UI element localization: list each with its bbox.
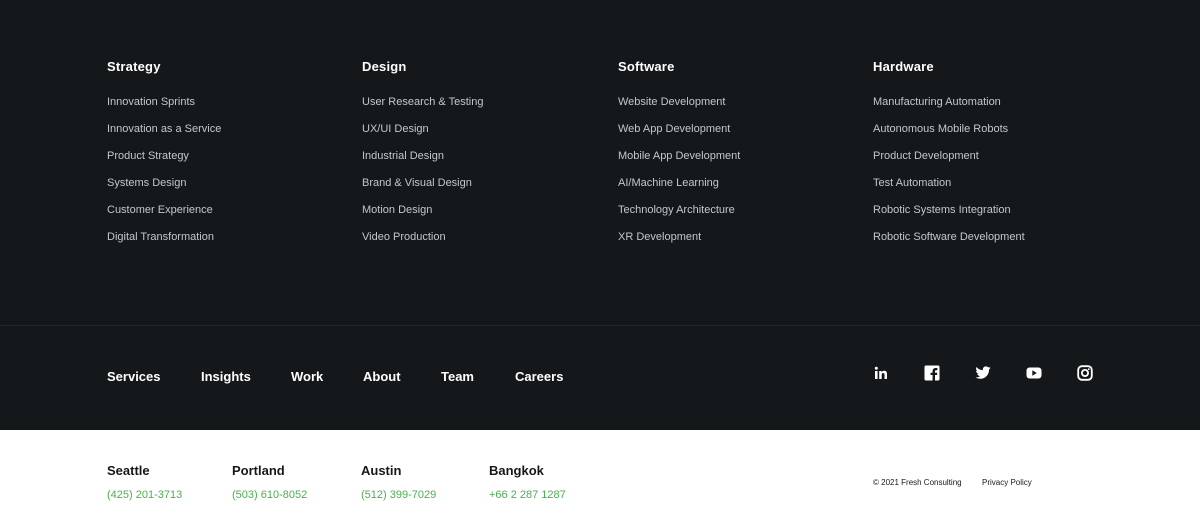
footer-link[interactable]: Manufacturing Automation: [873, 92, 1113, 119]
privacy-policy-link[interactable]: Privacy Policy: [982, 477, 1032, 489]
nav-link-careers[interactable]: Careers: [515, 368, 563, 386]
column-links: Innovation Sprints Innovation as a Servi…: [107, 92, 347, 254]
column-hardware: Hardware Manufacturing Automation Autono…: [873, 58, 1113, 254]
office-phone-link[interactable]: (425) 201-3713: [107, 488, 182, 502]
linkedin-icon[interactable]: [872, 364, 890, 382]
footer-link[interactable]: Product Strategy: [107, 146, 347, 173]
column-title: Software: [618, 59, 675, 74]
nav-link-work[interactable]: Work: [291, 368, 323, 386]
footer-divider: [0, 325, 1200, 326]
copyright-text: © 2021 Fresh Consulting: [873, 478, 962, 487]
office-city: Austin: [361, 463, 402, 478]
footer-link[interactable]: Web App Development: [618, 119, 858, 146]
office-city: Bangkok: [489, 463, 544, 478]
footer-link[interactable]: Innovation as a Service: [107, 119, 347, 146]
footer-link[interactable]: Brand & Visual Design: [362, 173, 602, 200]
office-seattle: Seattle (425) 201-3713: [107, 462, 182, 502]
nav-link-team[interactable]: Team: [441, 368, 474, 386]
column-links: Manufacturing Automation Autonomous Mobi…: [873, 92, 1113, 254]
footer-link[interactable]: Autonomous Mobile Robots: [873, 119, 1113, 146]
column-software: Software Website Development Web App Dev…: [618, 58, 858, 254]
footer-link[interactable]: User Research & Testing: [362, 92, 602, 119]
footer-link[interactable]: Mobile App Development: [618, 146, 858, 173]
column-design: Design User Research & Testing UX/UI Des…: [362, 58, 602, 254]
office-portland: Portland (503) 610-8052: [232, 462, 307, 502]
footer-link[interactable]: Robotic Systems Integration: [873, 200, 1113, 227]
office-phone-link[interactable]: (512) 399-7029: [361, 488, 436, 502]
twitter-icon[interactable]: [974, 364, 992, 382]
footer-link[interactable]: Systems Design: [107, 173, 347, 200]
office-city: Seattle: [107, 463, 150, 478]
footer-link[interactable]: UX/UI Design: [362, 119, 602, 146]
office-city: Portland: [232, 463, 285, 478]
column-title: Design: [362, 59, 407, 74]
footer-link[interactable]: Industrial Design: [362, 146, 602, 173]
footer-link[interactable]: XR Development: [618, 227, 858, 254]
facebook-icon[interactable]: [923, 364, 941, 382]
footer-link[interactable]: Customer Experience: [107, 200, 347, 227]
footer-link[interactable]: Digital Transformation: [107, 227, 347, 254]
column-links: User Research & Testing UX/UI Design Ind…: [362, 92, 602, 254]
column-links: Website Development Web App Development …: [618, 92, 858, 254]
footer-link[interactable]: Video Production: [362, 227, 602, 254]
office-austin: Austin (512) 399-7029: [361, 462, 436, 502]
nav-link-services[interactable]: Services: [107, 368, 161, 386]
column-strategy: Strategy Innovation Sprints Innovation a…: [107, 58, 347, 254]
nav-link-about[interactable]: About: [363, 368, 401, 386]
footer-link[interactable]: Innovation Sprints: [107, 92, 347, 119]
footer-link[interactable]: Robotic Software Development: [873, 227, 1113, 254]
footer-dark-section: Strategy Innovation Sprints Innovation a…: [0, 0, 1200, 430]
office-phone-link[interactable]: +66 2 287 1287: [489, 488, 566, 502]
office-bangkok: Bangkok +66 2 287 1287: [489, 462, 566, 502]
column-title: Hardware: [873, 59, 934, 74]
youtube-icon[interactable]: [1025, 364, 1043, 382]
footer-link[interactable]: Product Development: [873, 146, 1113, 173]
instagram-icon[interactable]: [1076, 364, 1094, 382]
footer-link[interactable]: Website Development: [618, 92, 858, 119]
column-title: Strategy: [107, 59, 161, 74]
footer-link[interactable]: Technology Architecture: [618, 200, 858, 227]
footer-link[interactable]: AI/Machine Learning: [618, 173, 858, 200]
nav-link-insights[interactable]: Insights: [201, 368, 251, 386]
footer-link[interactable]: Test Automation: [873, 173, 1113, 200]
footer-link[interactable]: Motion Design: [362, 200, 602, 227]
office-phone-link[interactable]: (503) 610-8052: [232, 488, 307, 502]
